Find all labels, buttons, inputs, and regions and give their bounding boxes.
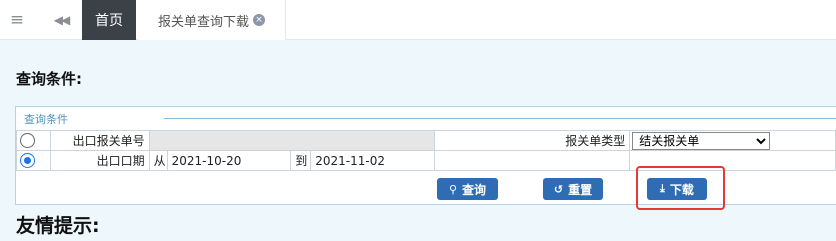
date-to-input[interactable]: 2021-11-02 [310,150,435,171]
declaration-type-select[interactable]: 结关报关单 [632,131,771,150]
declaration-no-input[interactable] [148,130,435,151]
declaration-no-label: 出口报关单号 [49,130,150,151]
export-date-label: 出口口期 [49,150,150,171]
to-label: 到 [290,150,312,171]
condition-table: 出口报关单号 报关单类型 结关报关单 出口口期 从 2021-10-20 到 2… [16,130,836,171]
close-icon[interactable]: × [253,14,265,26]
radio-export-date[interactable] [20,153,35,168]
download-highlight-box [636,166,725,210]
tab-home[interactable]: 首页 [82,0,136,40]
top-tab-bar: ≡ ◀◀ 首页 报关单查询下载 × [0,0,836,40]
from-label: 从 [148,150,168,171]
tips-title: 友情提示: [16,215,100,237]
tab-customs-query[interactable]: 报关单查询下载 × [138,0,286,40]
radio-declaration-no[interactable] [20,133,35,148]
declaration-type-label: 报关单类型 [433,130,631,151]
tab-customs-query-label: 报关单查询下载 [157,14,249,30]
search-icon: ⚲ [448,182,458,196]
panel-legend: 查询条件 [24,113,68,126]
menu-icon[interactable]: ≡ [0,0,34,40]
reset-button[interactable]: ↺ 重置 [543,178,603,200]
query-button-label: 查询 [462,182,487,197]
panel-divider [164,118,836,119]
query-button[interactable]: ⚲ 查询 [437,178,498,200]
condition-row-declaration-no: 出口报关单号 报关单类型 结关报关单 [16,130,836,151]
date-from-input[interactable]: 2021-10-20 [166,150,292,171]
section-title: 查询条件: [16,70,82,88]
reset-button-label: 重置 [568,182,593,197]
reset-icon: ↺ [553,182,564,196]
back-icon[interactable]: ◀◀ [44,0,78,40]
